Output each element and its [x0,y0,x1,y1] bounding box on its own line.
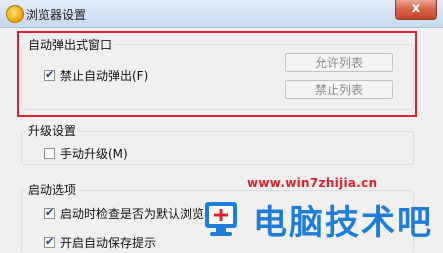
manual-upgrade-option[interactable]: 手动升级(M) [44,145,128,162]
autosave-prompt-option[interactable]: 开启自动保存提示 [44,234,156,251]
watermark-url: www.win7zhijia.cn [247,176,378,190]
close-button[interactable]: x [395,0,437,20]
window-title: 浏览器设置 [26,8,87,22]
default-browser-check-label: 启动时检查是否为默认浏览器 [60,207,217,221]
title-bar: 浏览器设置 x [0,0,443,28]
watermark-logo-icon [205,202,237,236]
highlight-box [17,31,417,117]
startup-group-label: 启动选项 [26,181,79,198]
browser-settings-icon [6,5,24,23]
upgrade-group-label: 升级设置 [26,122,79,139]
default-browser-check-option[interactable]: 启动时检查是否为默认浏览器 [44,205,216,222]
autosave-prompt-checkbox[interactable] [44,235,55,248]
autosave-prompt-label: 开启自动保存提示 [60,236,157,250]
close-icon: x [411,1,421,16]
watermark-brand: 电脑技术吧 [253,203,433,243]
manual-upgrade-checkbox[interactable] [44,148,55,159]
manual-upgrade-label: 手动升级(M) [60,147,128,161]
default-browser-check-checkbox[interactable] [44,206,55,219]
